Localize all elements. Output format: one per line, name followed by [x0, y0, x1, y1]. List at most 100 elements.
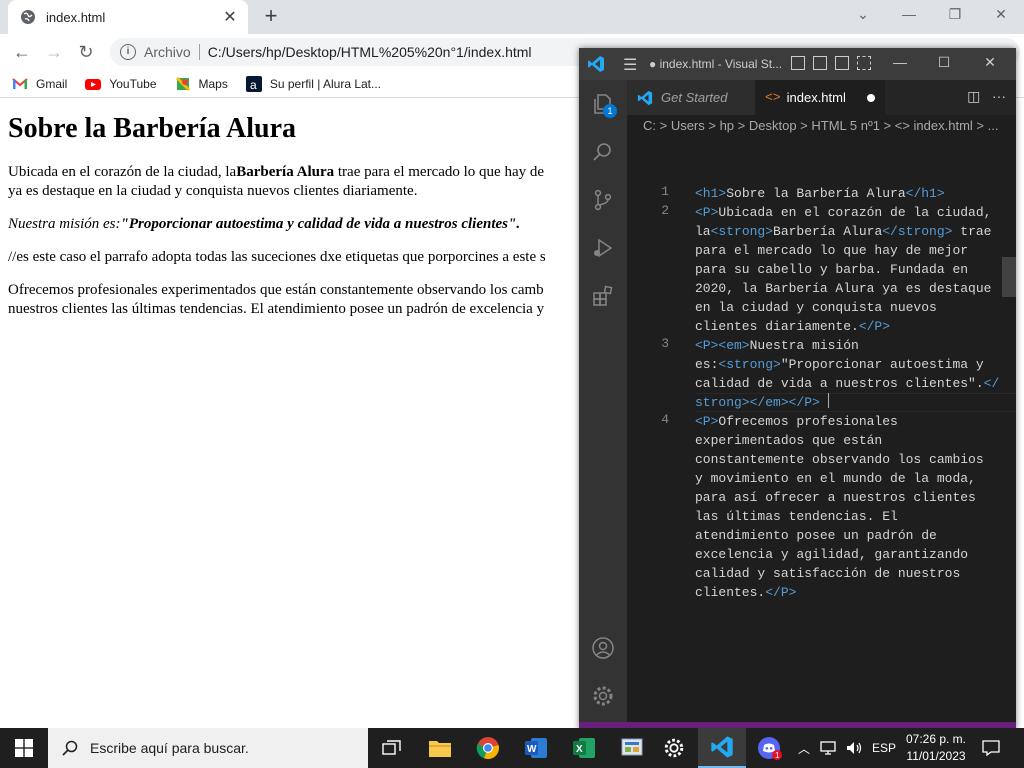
svg-text:W: W: [527, 744, 537, 755]
code-tag: </: [983, 376, 1000, 391]
extensions-icon[interactable]: [579, 272, 627, 320]
settings-gear-icon[interactable]: [650, 728, 698, 768]
code-text: trae: [952, 224, 992, 239]
network-icon[interactable]: [820, 728, 838, 768]
taskbar-search-box[interactable]: Escribe aquí para buscar.: [48, 728, 368, 768]
bookmark-gmail[interactable]: Gmail: [12, 76, 67, 92]
code-text: experimentados que están: [695, 433, 883, 448]
toggle-secondary-sidebar-icon[interactable]: [835, 56, 849, 70]
accounts-icon[interactable]: [579, 624, 627, 672]
line-number: 4: [661, 412, 669, 427]
reload-icon[interactable]: ↻: [72, 40, 100, 64]
settings-gear-icon[interactable]: [579, 672, 627, 720]
vscode-close-button[interactable]: ✕: [975, 54, 1005, 71]
task-view-icon[interactable]: [368, 728, 416, 768]
code-editor[interactable]: 1 2 3 4 <h1>Sobre la Barbería Alura</h1>…: [627, 137, 1016, 722]
globe-icon: [21, 10, 35, 24]
back-arrow-icon[interactable]: ←: [8, 40, 36, 64]
code-text: la: [695, 224, 711, 239]
address-scheme: Archivo: [144, 44, 191, 60]
code-tag: <h1>: [695, 186, 727, 201]
close-window-button[interactable]: ✕: [978, 0, 1024, 30]
notifications-icon[interactable]: [982, 728, 1000, 768]
vscode-taskbar-icon[interactable]: [698, 728, 746, 768]
tab-get-started[interactable]: Get Started: [627, 80, 755, 115]
code-tag: <P>: [695, 205, 719, 220]
code-line: <P><em>Nuestra misión es:<strong>"Propor…: [695, 336, 999, 412]
search-icon[interactable]: [579, 128, 627, 176]
tab-index-html[interactable]: <> index.html: [755, 80, 885, 115]
tab-search-icon[interactable]: ⌄: [840, 0, 886, 30]
alura-icon: a: [245, 75, 262, 92]
restore-button[interactable]: ❐: [932, 0, 978, 30]
code-tag: </P>: [765, 585, 797, 600]
discord-badge: 1: [775, 751, 780, 760]
bookmark-alura[interactable]: a Su perfil | Alura Lat...: [245, 75, 381, 92]
bookmark-label: Gmail: [36, 76, 68, 91]
code-tag: strong></em></P>: [695, 395, 820, 410]
forward-arrow-icon[interactable]: →: [40, 40, 68, 64]
info-icon[interactable]: i: [120, 44, 136, 60]
paragraph-text: trae para el mercado lo que hay de: [334, 164, 545, 180]
code-text: calidad de vida a nuestros clientes".: [695, 376, 984, 391]
volume-icon[interactable]: [846, 728, 864, 768]
code-tag: </h1>: [905, 186, 945, 201]
toggle-sidebar-icon[interactable]: [791, 56, 805, 70]
bookmark-maps[interactable]: Maps: [175, 76, 228, 92]
search-placeholder: Escribe aquí para buscar.: [90, 740, 249, 756]
paragraph-text: Ubicada en el corazón de la ciudad, la: [8, 164, 237, 180]
show-hidden-icons-icon[interactable]: ︿: [798, 728, 810, 768]
control-panel-icon[interactable]: [608, 728, 656, 768]
excel-icon[interactable]: X: [560, 728, 608, 768]
code-tag: <strong>: [718, 357, 781, 372]
file-explorer-icon[interactable]: [416, 728, 464, 768]
customize-layout-icon[interactable]: [857, 56, 871, 70]
svg-text:a: a: [250, 78, 257, 92]
code-text: clientes diariamente.: [695, 319, 859, 334]
breadcrumb[interactable]: C: > Users > hp > Desktop > HTML 5 nº1 >…: [627, 115, 1016, 137]
code-text: y movimiento en el mundo de la moda,: [695, 471, 976, 486]
bookmark-youtube[interactable]: YouTube: [85, 76, 157, 92]
discord-icon[interactable]: 1: [746, 728, 794, 768]
search-icon: [62, 740, 78, 756]
tab-close-icon[interactable]: ✕: [222, 7, 238, 27]
code-text: para su cabello y barba. Fundada en: [695, 262, 969, 277]
code-text: Ubicada en el corazón de la ciudad,: [718, 205, 992, 220]
code-text: Nuestra misión: [749, 338, 859, 353]
svg-text:X: X: [576, 744, 583, 755]
editor-scrollbar[interactable]: [1002, 257, 1016, 297]
code-text: para el mercado lo que hay de mejor: [695, 243, 969, 258]
unsaved-dot-icon[interactable]: [867, 93, 875, 102]
vscode-logo-icon: [588, 56, 604, 72]
run-debug-icon[interactable]: [579, 224, 627, 272]
code-text: atendimiento posee un padrón de: [695, 528, 937, 543]
clock[interactable]: 07:26 p. m. 11/01/2023: [900, 731, 972, 765]
more-actions-icon[interactable]: ···: [992, 88, 1006, 104]
tab-title: index.html: [46, 9, 106, 25]
html-file-icon: <>: [765, 90, 781, 105]
minimize-button[interactable]: —: [886, 0, 932, 30]
source-control-icon[interactable]: [579, 176, 627, 224]
activity-bar: 1: [579, 80, 627, 730]
code-tag: <strong>: [710, 224, 774, 239]
start-button[interactable]: [0, 728, 48, 768]
vscode-titlebar: ☰ ● index.html - Visual St... — ☐ ✕: [579, 48, 1016, 80]
vscode-maximize-button[interactable]: ☐: [929, 54, 959, 71]
toggle-panel-icon[interactable]: [813, 56, 827, 70]
chrome-icon[interactable]: [464, 728, 512, 768]
code-tag: <P>: [695, 414, 719, 429]
windows-logo-icon: [15, 739, 33, 757]
explorer-icon[interactable]: 1: [579, 80, 627, 128]
vscode-title: ● index.html - Visual St...: [649, 57, 783, 71]
taskbar: Escribe aquí para buscar. W X 1 ︿ ESP 07…: [0, 728, 1024, 768]
word-icon[interactable]: W: [512, 728, 560, 768]
code-tag: <P>: [695, 338, 719, 353]
browser-tab[interactable]: index.html ✕: [8, 0, 248, 34]
menu-icon[interactable]: ☰: [623, 55, 637, 75]
language-indicator[interactable]: ESP: [872, 728, 896, 768]
source-control-badge: 1: [603, 104, 617, 118]
split-editor-icon[interactable]: ◫: [967, 88, 980, 104]
vscode-minimize-button[interactable]: —: [885, 54, 915, 70]
new-tab-button[interactable]: +: [258, 4, 284, 30]
code-text: para así ofrecer a nuestros clientes: [695, 490, 976, 505]
